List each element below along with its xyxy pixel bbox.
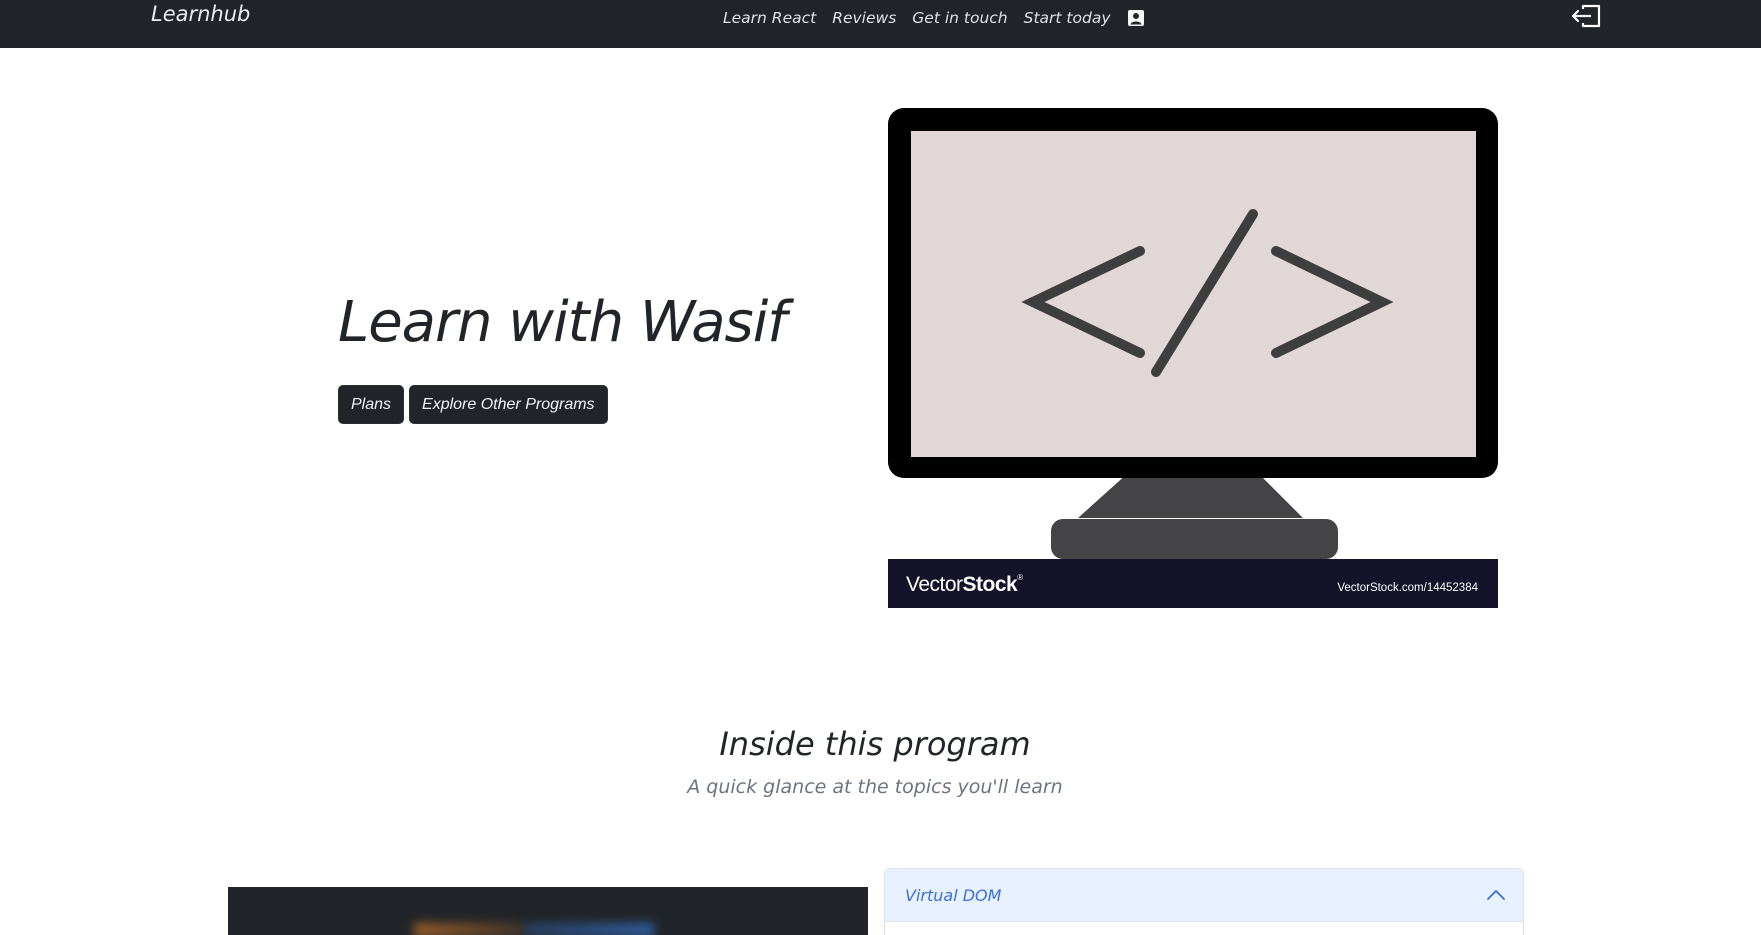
nav-link-learn-react[interactable]: Learn React: [723, 9, 824, 27]
hero-title: Learn with Wasif: [338, 290, 787, 355]
watermark-registered: ®: [1017, 573, 1023, 582]
accordion-header-virtual-dom[interactable]: Virtual DOM: [885, 869, 1523, 922]
video-glow-orange: [414, 923, 524, 935]
hero-buttons: Plans Explore Other Programs: [338, 385, 608, 424]
topics-accordion: Virtual DOM: [884, 868, 1524, 935]
nav-link-get-in-touch[interactable]: Get in touch: [904, 9, 1015, 27]
explore-programs-button[interactable]: Explore Other Programs: [409, 385, 608, 424]
plans-button[interactable]: Plans: [338, 385, 405, 424]
program-video-preview[interactable]: [228, 887, 868, 935]
program-section-subtitle: A quick glance at the topics you'll lear…: [687, 776, 1063, 798]
profile-icon[interactable]: [1127, 9, 1145, 27]
top-navbar: Learnhub Learn React Reviews Get in touc…: [0, 0, 1761, 48]
nav-link-start-today[interactable]: Start today: [1016, 9, 1119, 27]
watermark-url: VectorStock.com/14452384: [1337, 582, 1478, 594]
logout-icon[interactable]: [1570, 3, 1602, 29]
svg-text:VectorStock®: VectorStock®: [906, 573, 1023, 596]
program-section-title: Inside this program: [719, 725, 1031, 763]
watermark-brand-bold: Stock: [963, 573, 1019, 596]
chevron-up-icon: [1487, 890, 1505, 900]
hero-monitor-illustration: VectorStock® VectorStock.com/14452384: [888, 108, 1498, 608]
brand-logo-link[interactable]: Learnhub: [151, 2, 250, 26]
nav-link-reviews[interactable]: Reviews: [824, 9, 904, 27]
nav-links: Learn React Reviews Get in touch Start t…: [723, 9, 1145, 27]
video-glow-blue: [524, 923, 654, 935]
watermark-brand-light: Vector: [906, 573, 963, 596]
accordion-item-title: Virtual DOM: [905, 885, 1002, 905]
